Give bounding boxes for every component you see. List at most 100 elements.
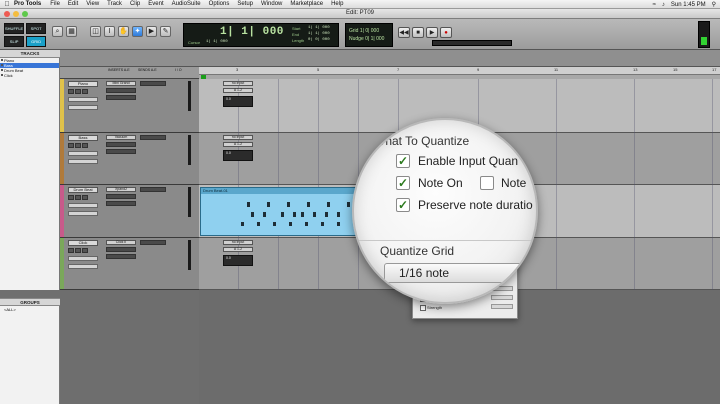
midi-note[interactable] <box>347 202 350 207</box>
insert-slot[interactable]: Click II <box>106 240 136 245</box>
menu-marketplace[interactable]: Marketplace <box>290 1 323 7</box>
solo-button[interactable] <box>75 143 81 148</box>
midi-note[interactable] <box>287 202 290 207</box>
menu-setup[interactable]: Setup <box>237 1 253 7</box>
insert-slot-empty[interactable] <box>106 149 136 154</box>
midi-note[interactable] <box>337 222 340 226</box>
track-name[interactable]: Bass <box>68 135 98 141</box>
menu-help[interactable]: Help <box>331 1 343 7</box>
track-name[interactable]: Piano <box>68 81 98 87</box>
midi-note[interactable] <box>337 212 340 217</box>
note-off-checkbox[interactable]: ✓ <box>480 176 494 190</box>
input-selector[interactable]: no input <box>223 240 253 245</box>
rewind-button[interactable]: ◀◀ <box>398 27 410 38</box>
smart-tool-icon[interactable]: ✦ <box>132 26 143 37</box>
volume-readout[interactable]: 0.0 <box>223 150 253 161</box>
note-on-checkbox[interactable]: ✓ <box>396 176 410 190</box>
track-view-selector[interactable] <box>68 97 98 102</box>
midi-note[interactable] <box>327 202 330 207</box>
record-enable-button[interactable] <box>68 89 74 94</box>
midi-note[interactable] <box>251 212 254 217</box>
midi-note[interactable] <box>305 222 308 226</box>
midi-controls[interactable] <box>432 40 512 46</box>
send-slot[interactable] <box>140 81 166 86</box>
track-name[interactable]: Click <box>68 240 98 246</box>
menu-view[interactable]: View <box>86 1 99 7</box>
automation-mode-selector[interactable] <box>68 159 98 164</box>
midi-note[interactable] <box>313 212 316 217</box>
insert-slot[interactable]: Xpand2 <box>106 187 136 192</box>
solo-button[interactable] <box>75 89 81 94</box>
midi-note[interactable] <box>267 202 270 207</box>
tracks-list-item[interactable]: Click <box>0 73 59 78</box>
output-selector[interactable]: A 1-2 <box>223 142 253 147</box>
menu-clip[interactable]: Clip <box>130 1 140 7</box>
strength-option[interactable]: Strength <box>419 305 442 311</box>
track-view-selector[interactable] <box>68 203 98 208</box>
dialog-field[interactable] <box>491 304 513 309</box>
menu-audiosuite[interactable]: AudioSuite <box>172 1 201 7</box>
output-selector[interactable]: A 1-2 <box>223 88 253 93</box>
menu-track[interactable]: Track <box>107 1 122 7</box>
output-selector[interactable]: A 1-2 <box>223 247 253 252</box>
insert-slot-empty[interactable] <box>106 95 136 100</box>
midi-note[interactable] <box>301 212 304 217</box>
input-selector[interactable]: no input <box>223 135 253 140</box>
menu-options[interactable]: Options <box>209 1 230 7</box>
mute-button[interactable] <box>82 195 88 200</box>
insert-slot-empty[interactable] <box>106 254 136 259</box>
end-value[interactable]: 1| 1| 000 <box>308 32 330 36</box>
automation-mode-selector[interactable] <box>68 264 98 269</box>
insert-slot-empty[interactable] <box>106 88 136 93</box>
mute-button[interactable] <box>82 248 88 253</box>
automation-mode-selector[interactable] <box>68 211 98 216</box>
mode-grid-button[interactable]: GRID <box>26 36 46 47</box>
groups-list-item[interactable]: <ALL> <box>4 307 55 312</box>
grabber-tool-icon[interactable]: ✋ <box>118 26 129 37</box>
menu-file[interactable]: File <box>50 1 60 7</box>
record-enable-button[interactable] <box>68 143 74 148</box>
record-enable-button[interactable] <box>68 248 74 253</box>
grid-value[interactable]: 1| 0| 000 <box>360 28 379 34</box>
main-counter[interactable]: 1| 1| 000 Cursor 1| 1| 000 Start End Len… <box>183 23 339 47</box>
start-value[interactable]: 1| 1| 000 <box>308 26 330 30</box>
send-slot[interactable] <box>140 187 166 192</box>
preserve-note-duration-checkbox[interactable]: ✓ <box>396 198 410 212</box>
quantize-grid-select[interactable]: 1/16 note <box>384 263 536 283</box>
mode-shuffle-button[interactable]: SHUFFLE <box>4 23 25 34</box>
mode-spot-button[interactable]: SPOT <box>26 23 46 34</box>
length-value[interactable]: 0| 0| 000 <box>308 38 330 42</box>
solo-button[interactable] <box>75 248 81 253</box>
app-menu[interactable]: Pro Tools <box>14 1 41 7</box>
midi-note[interactable] <box>281 212 284 217</box>
clock[interactable]: Sun 1:45 PM <box>671 2 706 8</box>
send-slot[interactable] <box>140 240 166 245</box>
grid-nudge-display[interactable]: Grid 1| 0| 000 Nudge 0| 1| 000 <box>345 23 393 47</box>
zoom-preset-icon[interactable]: ▦ <box>66 26 77 37</box>
midi-note[interactable] <box>293 212 296 217</box>
play-button[interactable]: ▶ <box>426 27 438 38</box>
pencil-tool-icon[interactable]: ✎ <box>160 26 171 37</box>
spotlight-icon[interactable]: ⚲ <box>712 1 716 8</box>
insert-slot-empty[interactable] <box>106 194 136 199</box>
mute-button[interactable] <box>82 89 88 94</box>
midi-note[interactable] <box>257 222 260 226</box>
menu-edit[interactable]: Edit <box>68 1 78 7</box>
volume-icon[interactable]: ♪ <box>662 2 665 8</box>
midi-note[interactable] <box>263 212 266 217</box>
midi-note[interactable] <box>247 202 250 207</box>
midi-clip[interactable]: Drum Beat-01 <box>200 187 358 236</box>
nudge-value[interactable]: 0| 1| 000 <box>365 36 384 42</box>
mode-slip-button[interactable]: SLIP <box>4 36 25 47</box>
track-view-selector[interactable] <box>68 151 98 156</box>
input-selector[interactable]: no input <box>223 81 253 86</box>
scrub-tool-icon[interactable]: ▶ <box>146 26 157 37</box>
dialog-field[interactable] <box>491 295 513 300</box>
send-slot[interactable] <box>140 135 166 140</box>
midi-note[interactable] <box>289 222 292 226</box>
track-name[interactable]: Drum Beat <box>68 187 98 193</box>
enable-input-quantize-checkbox[interactable]: ✓ <box>396 154 410 168</box>
mute-button[interactable] <box>82 143 88 148</box>
stop-button[interactable]: ■ <box>412 27 424 38</box>
menu-event[interactable]: Event <box>148 1 163 7</box>
